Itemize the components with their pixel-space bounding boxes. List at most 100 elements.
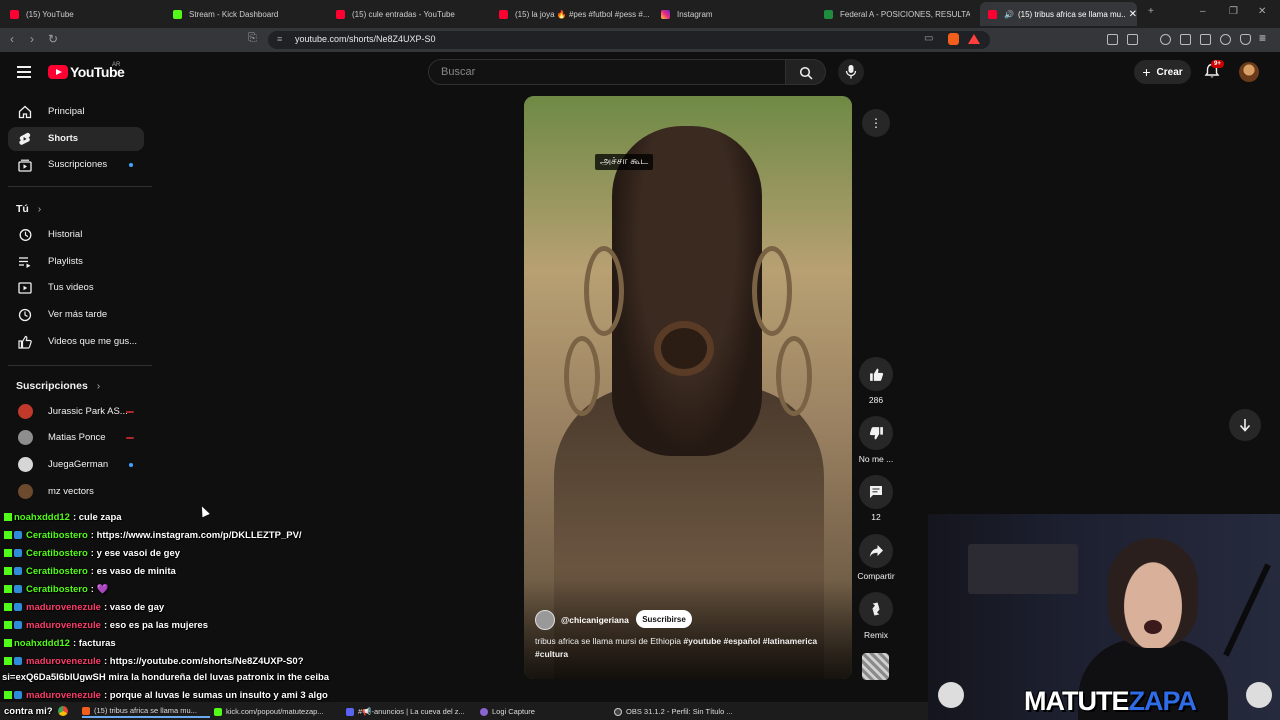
sidebar-item-tus-videos[interactable]: Tus videos	[8, 276, 144, 300]
extensions-icon[interactable]	[1107, 34, 1118, 45]
browser-tab[interactable]: (15) la joya 🔥 #pes #futbol #pess #...	[499, 4, 649, 24]
sidebar-channel[interactable]: JuegaGerman	[8, 453, 144, 477]
globe-icon	[824, 9, 833, 19]
taskbar-window[interactable]: OBS 31.1.2 - Perfil: Sin Título ...	[614, 705, 742, 718]
obs-icon	[614, 707, 622, 716]
chevron-right-icon: ›	[37, 203, 42, 215]
discord-icon	[346, 707, 354, 716]
sidebar-channel[interactable]: mz vectors	[8, 480, 144, 504]
chat-message: madurovenezule: eso es pa las mujeres	[4, 617, 208, 633]
history-icon	[19, 229, 32, 241]
sidebar-item-suscripciones[interactable]: Suscripciones	[8, 153, 144, 177]
site-info-icon[interactable]: ≡	[277, 34, 282, 44]
sidebar-item-playlists[interactable]: Playlists	[8, 250, 144, 274]
short-channel-avatar[interactable]	[535, 610, 555, 630]
remix-label: Remix	[863, 630, 889, 640]
search-box[interactable]	[428, 59, 786, 85]
kick-badge-icon	[4, 585, 12, 593]
minimize-icon[interactable]: –	[1200, 6, 1206, 17]
chat-message: madurovenezule: https://youtube.com/shor…	[4, 653, 304, 669]
search-button[interactable]	[786, 59, 826, 85]
sidebar-item-historial[interactable]: Historial	[8, 223, 144, 247]
sidebar-item-principal[interactable]: Principal	[8, 100, 144, 124]
youtube-icon	[336, 9, 345, 19]
browser-tab[interactable]: Federal A - POSICIONES, RESULTADOS	[824, 4, 970, 24]
music-icon[interactable]	[1160, 34, 1171, 45]
more-options-button[interactable]: ⋮	[862, 109, 890, 137]
share-button[interactable]	[859, 534, 893, 568]
taskbar-window[interactable]: (15) tribus africa se llama mu...	[82, 705, 210, 718]
bookmark-icon[interactable]: ⎘	[248, 32, 257, 45]
subscriber-badge-icon	[14, 691, 22, 699]
notifications-badge: 9+	[1211, 60, 1224, 68]
youtube-icon	[988, 9, 997, 19]
live-indicator-icon	[126, 437, 134, 439]
mouse-cursor-icon	[198, 504, 210, 518]
kick-badge-icon	[4, 691, 12, 699]
more-vertical-icon: ⋮	[870, 116, 882, 130]
vpn-icon[interactable]	[1240, 34, 1251, 45]
sidebar-item-liked-videos[interactable]: Videos que me gus...	[8, 330, 144, 354]
chat-message: madurovenezule: porque al luvas le sumas…	[4, 687, 328, 703]
dislike-button[interactable]	[859, 416, 893, 450]
liked-videos-icon	[18, 335, 32, 349]
close-icon[interactable]: ✕	[1129, 9, 1137, 20]
instagram-icon	[661, 9, 670, 19]
window-close-icon[interactable]: ✕	[1258, 6, 1266, 17]
new-content-dot	[129, 163, 133, 167]
browser-tab[interactable]: Instagram	[661, 4, 811, 24]
subscribe-button[interactable]: Suscribirse	[636, 610, 692, 628]
search-input[interactable]	[441, 66, 761, 78]
sidebar-item-shorts[interactable]: Shorts	[8, 127, 144, 151]
create-button[interactable]: + Crear	[1134, 60, 1191, 84]
your-videos-icon	[18, 282, 32, 294]
maximize-icon[interactable]: ❐	[1229, 6, 1238, 17]
sidebar-item-ver-mas-tarde[interactable]: Ver más tarde	[8, 303, 144, 327]
comment-count: 12	[871, 512, 881, 522]
browser-tab[interactable]: Stream - Kick Dashboard	[173, 4, 328, 24]
forward-icon[interactable]: ›	[30, 32, 34, 46]
leo-ai-icon[interactable]	[1220, 34, 1231, 45]
browser-tab[interactable]: (15) YouTube	[10, 4, 160, 24]
video-ornament	[584, 246, 624, 336]
short-channel-handle[interactable]: @chicanigeriana	[561, 615, 629, 625]
subscriber-badge-icon	[14, 567, 22, 575]
cast-icon[interactable]: ▭	[924, 33, 933, 44]
sidebar-section-subscriptions[interactable]: Suscripciones ›	[16, 380, 100, 392]
chat-message-continued: contra mi?	[4, 705, 53, 717]
thumbs-down-icon	[869, 426, 883, 439]
remix-button[interactable]	[859, 592, 893, 626]
kick-icon	[173, 9, 182, 19]
new-tab-icon[interactable]: +	[1148, 6, 1154, 17]
reader-icon[interactable]	[1180, 34, 1191, 45]
taskbar-window[interactable]: kick.com/popout/matutezap...	[214, 705, 342, 718]
like-button[interactable]	[859, 357, 893, 391]
wallet-icon[interactable]	[1200, 34, 1211, 45]
chat-message: Ceratibostero: es vaso de minita	[4, 563, 176, 579]
address-bar[interactable]: ≡ youtube.com/shorts/Ne8Z4UXP-S0 ▭	[268, 31, 990, 49]
browser-tab[interactable]: (15) cule entradas - YouTube	[336, 4, 491, 24]
shorts-icon	[19, 132, 31, 145]
taskbar-window[interactable]: #📢-anuncios | La cueva del z...	[346, 705, 474, 718]
comments-button[interactable]	[859, 475, 893, 509]
hamburger-menu-icon[interactable]	[17, 66, 31, 78]
brave-rewards-icon[interactable]	[968, 34, 980, 44]
chevron-right-icon: ›	[96, 380, 101, 392]
brave-shield-icon[interactable]	[948, 33, 959, 45]
browser-menu-icon[interactable]: ≡	[1259, 31, 1266, 45]
sidebar-channel[interactable]: Jurassic Park AS...	[8, 400, 144, 424]
reload-icon[interactable]: ↻	[48, 32, 58, 46]
video-ornament	[564, 336, 600, 416]
chrome-icon[interactable]	[58, 706, 68, 716]
taskbar-window[interactable]: Logi Capture	[480, 705, 608, 718]
voice-search-button[interactable]	[838, 59, 864, 85]
sidebar-icon[interactable]	[1127, 34, 1138, 45]
short-description[interactable]: tribus africa se llama mursi de Ethiopia…	[535, 635, 845, 661]
next-short-button[interactable]	[1229, 409, 1261, 441]
back-icon[interactable]: ‹	[10, 32, 14, 46]
account-avatar[interactable]	[1239, 62, 1259, 82]
sidebar-section-you[interactable]: Tú ›	[16, 203, 41, 215]
browser-tab-active[interactable]: 🔊 (15) tribus africa se llama mu... ✕	[980, 2, 1137, 26]
sidebar-channel[interactable]: Matias Ponce	[8, 426, 144, 450]
audio-source-thumbnail[interactable]	[862, 653, 889, 680]
